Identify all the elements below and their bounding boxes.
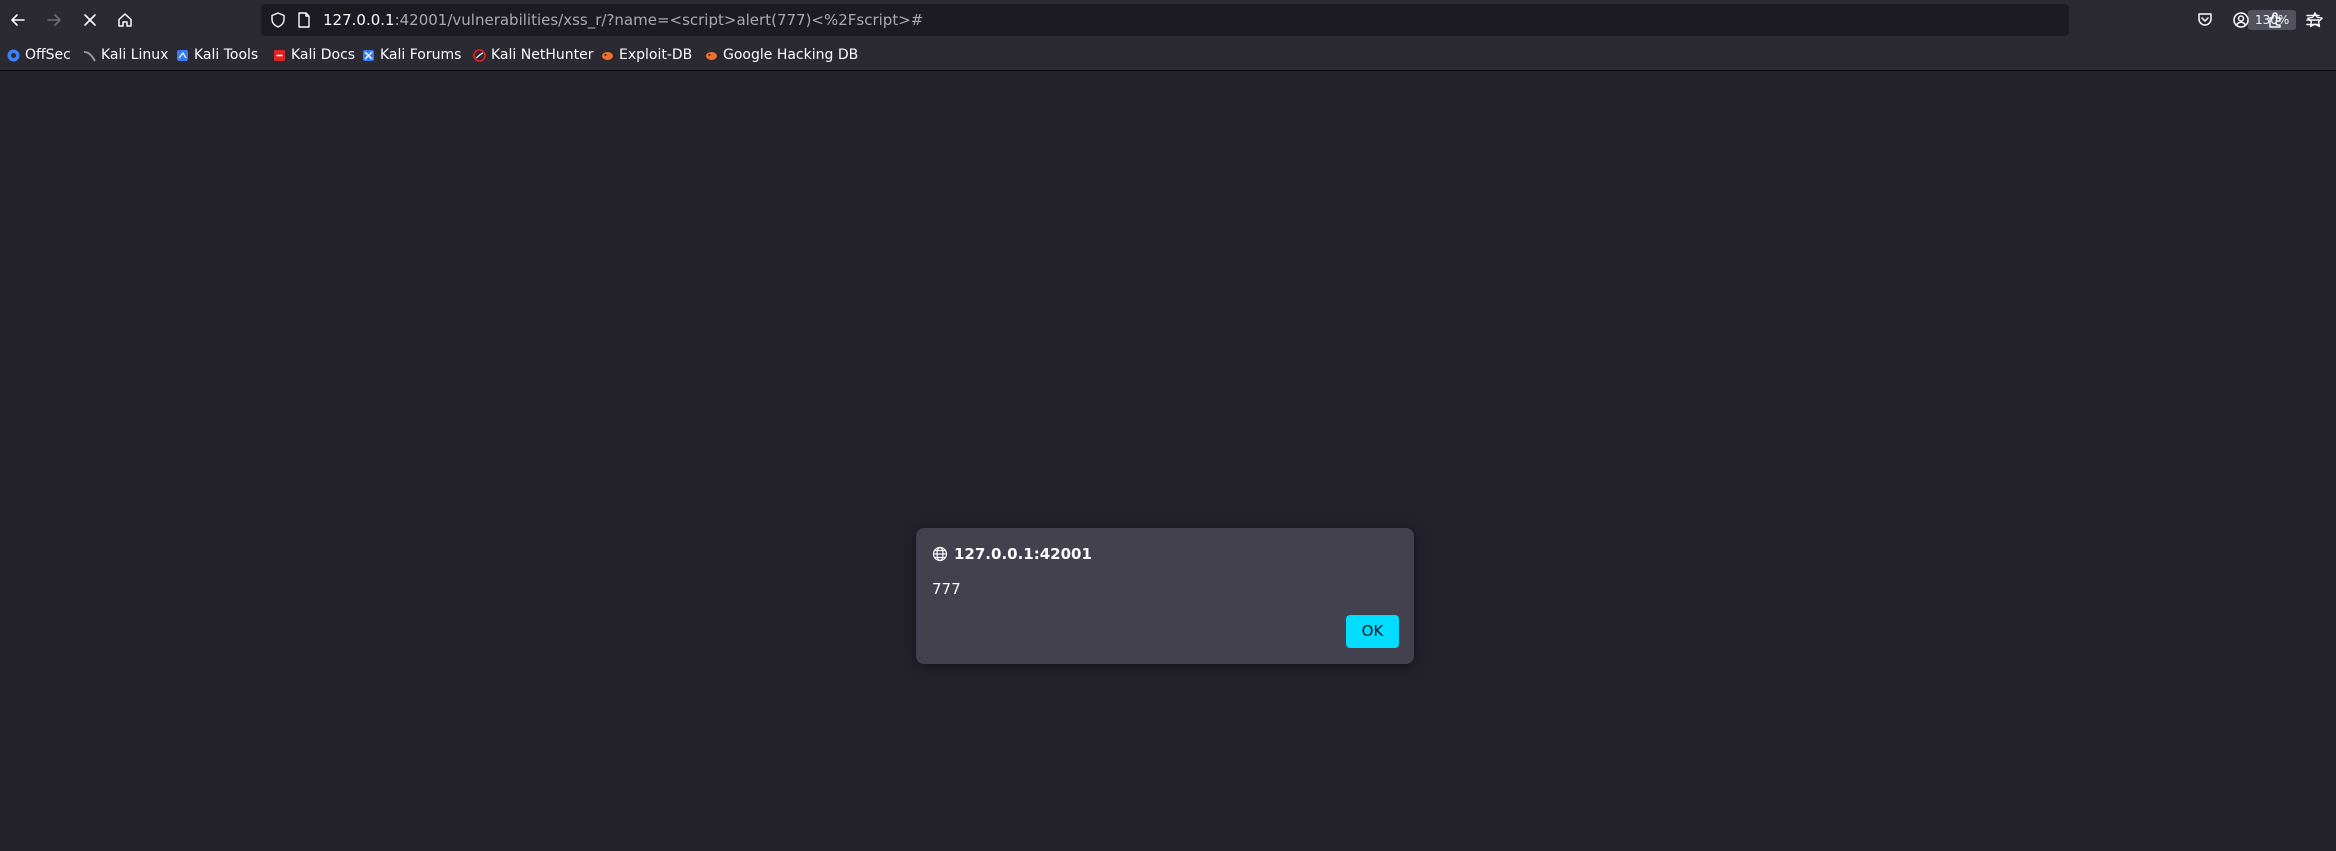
ok-button[interactable]: OK [1346, 615, 1399, 648]
arrow-right-icon [47, 14, 61, 26]
url-host: 127.0.0.1 [323, 11, 395, 29]
bookmark-kali-tools[interactable]: Kali Tools [176, 45, 258, 65]
menu-icon[interactable] [2304, 11, 2322, 29]
back-button[interactable] [4, 6, 32, 34]
close-icon [84, 14, 96, 26]
bookmark-label: Kali Tools [194, 47, 259, 63]
kali-docs-icon [273, 49, 286, 62]
bookmark-label: Google Hacking DB [723, 47, 859, 63]
bookmark-label: Exploit-DB [619, 47, 693, 63]
bookmark-kali-forums[interactable]: Kali Forums [362, 45, 461, 65]
alert-dialog: 127.0.0.1:42001 777 OK [916, 528, 1414, 664]
kali-forums-icon [362, 49, 375, 62]
kali-tools-icon [176, 49, 189, 62]
exploit-db-icon [601, 49, 614, 62]
arrow-left-icon [11, 14, 25, 26]
home-icon [118, 13, 132, 27]
browser-toolbar: 127.0.0.1:42001/vulnerabilities/xss_r/?n… [0, 0, 2336, 40]
extensions-icon[interactable] [2267, 11, 2285, 29]
bookmark-kali-nethunter[interactable]: Kali NetHunter [473, 45, 593, 65]
dialog-title: 127.0.0.1:42001 [932, 542, 1092, 566]
url-text[interactable]: 127.0.0.1:42001/vulnerabilities/xss_r/?n… [323, 4, 923, 36]
nethunter-icon [473, 48, 486, 62]
dialog-origin: 127.0.0.1:42001 [954, 545, 1092, 563]
kali-icon [83, 49, 96, 62]
account-icon[interactable] [2232, 11, 2250, 29]
home-button[interactable] [111, 6, 139, 34]
bookmark-label: Kali Forums [380, 47, 462, 63]
bookmark-kali-docs[interactable]: Kali Docs [273, 45, 355, 65]
offsec-icon [7, 49, 20, 62]
pocket-icon[interactable] [2196, 11, 2214, 29]
bookmark-kali-linux[interactable]: Kali Linux [83, 45, 168, 65]
shield-icon[interactable] [269, 11, 287, 29]
bookmarks-toolbar: OffSec Kali Linux Kali Tools Kali Docs K… [0, 40, 2336, 71]
stop-button[interactable] [76, 6, 104, 34]
ghdb-icon [705, 49, 718, 62]
bookmark-google-hacking-db[interactable]: Google Hacking DB [705, 45, 858, 65]
bookmark-label: Kali NetHunter [491, 47, 594, 63]
page-content [0, 71, 2336, 851]
url-path: :42001/vulnerabilities/xss_r/?name=<scri… [394, 11, 924, 29]
bookmark-label: OffSec [25, 47, 71, 63]
dialog-message: 777 [932, 580, 961, 598]
bookmark-offsec[interactable]: OffSec [7, 45, 71, 65]
address-bar[interactable]: 127.0.0.1:42001/vulnerabilities/xss_r/?n… [261, 4, 2323, 36]
globe-icon [932, 546, 948, 562]
bookmark-exploit-db[interactable]: Exploit-DB [601, 45, 692, 65]
page-info-icon[interactable] [295, 11, 313, 29]
bookmark-label: Kali Docs [291, 47, 356, 63]
bookmark-label: Kali Linux [101, 47, 169, 63]
forward-button[interactable] [40, 6, 68, 34]
